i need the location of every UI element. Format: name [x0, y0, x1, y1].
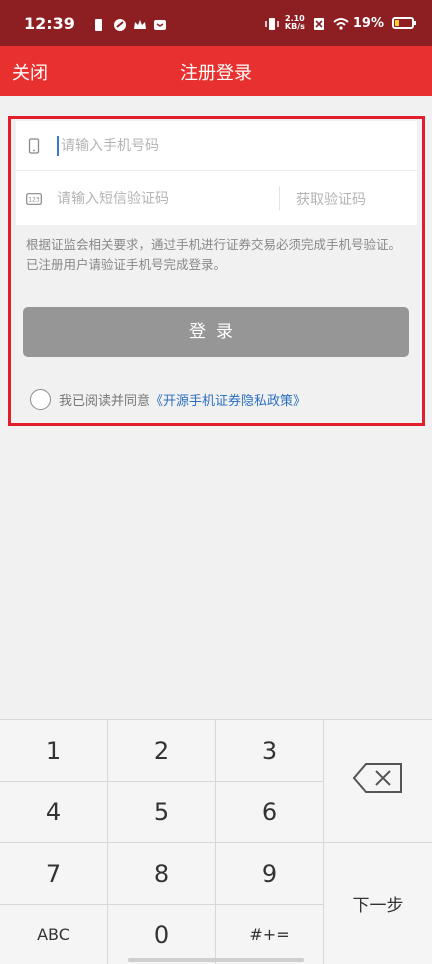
status-bar: 12:39 2.10 KB/s 19%: [0, 0, 432, 46]
agreement-row: 我已阅读并同意 《开源手机证券隐私政策》: [30, 389, 306, 410]
screen: 12:39 2.10 KB/s 19% 关闭 注册登录 请输入手机号码 123 …: [0, 0, 432, 964]
input-fields: 123 获取验证码: [16, 121, 417, 225]
status-left: 12:39: [24, 13, 166, 33]
code-row: 123 获取验证码: [16, 174, 417, 224]
home-indicator[interactable]: [128, 958, 304, 962]
key-3[interactable]: 3: [216, 720, 324, 782]
key-4[interactable]: 4: [0, 782, 108, 843]
keypad-123-icon: 123: [26, 191, 42, 207]
next-step-key[interactable]: 下一步: [324, 843, 432, 964]
svg-text:123: 123: [28, 197, 40, 204]
network-speed: 2.10 KB/s: [285, 15, 305, 31]
text-cursor: [57, 135, 59, 156]
key-8[interactable]: 8: [108, 843, 216, 905]
backspace-icon: [352, 762, 404, 800]
phone-row: [16, 121, 417, 171]
phone-icon: [26, 137, 42, 154]
key-0[interactable]: 0: [108, 905, 216, 964]
phone-input[interactable]: [61, 137, 261, 154]
no-sim-icon: [313, 17, 325, 30]
page-title: 注册登录: [180, 63, 252, 84]
get-code-button[interactable]: 获取验证码: [296, 189, 366, 209]
key-5[interactable]: 5: [108, 782, 216, 843]
vibrate-icon: [265, 17, 279, 30]
message-notification-icon: [153, 17, 166, 30]
login-form: 123 获取验证码 根据证监会相关要求，通过手机进行证券交易必须完成手机号验证。…: [8, 116, 425, 426]
key-1[interactable]: 1: [0, 720, 108, 782]
sim-card-icon: [93, 17, 105, 31]
login-button[interactable]: 登录: [23, 307, 409, 357]
key-2[interactable]: 2: [108, 720, 216, 782]
sms-code-input[interactable]: [57, 191, 257, 207]
numeric-keyboard: 1 2 3 4 5 6 7 8 9 ABC 0 #+= 下一步: [0, 719, 432, 964]
key-9[interactable]: 9: [216, 843, 324, 905]
agree-checkbox[interactable]: [30, 389, 51, 410]
verification-notice: 根据证监会相关要求，通过手机进行证券交易必须完成手机号验证。已注册用户请验证手机…: [26, 237, 402, 272]
backspace-key[interactable]: [324, 720, 432, 843]
key-symbols[interactable]: #+=: [216, 905, 324, 964]
privacy-policy-link[interactable]: 《开源手机证券隐私政策》: [150, 390, 306, 409]
key-7[interactable]: 7: [0, 843, 108, 905]
battery-icon: [392, 17, 416, 29]
app-notification-icon: [113, 17, 126, 31]
title-bar: 关闭 注册登录: [0, 46, 432, 96]
key-6[interactable]: 6: [216, 782, 324, 843]
status-right: 2.10 KB/s 19%: [265, 15, 416, 31]
key-abc[interactable]: ABC: [0, 905, 108, 964]
battery-percent: 19%: [352, 15, 384, 31]
agree-text: 我已阅读并同意: [59, 394, 151, 409]
crown-icon: [133, 17, 146, 29]
wifi-icon: [333, 17, 349, 30]
status-time: 12:39: [24, 13, 75, 33]
field-divider: [279, 186, 280, 210]
network-speed-unit: KB/s: [284, 22, 305, 31]
